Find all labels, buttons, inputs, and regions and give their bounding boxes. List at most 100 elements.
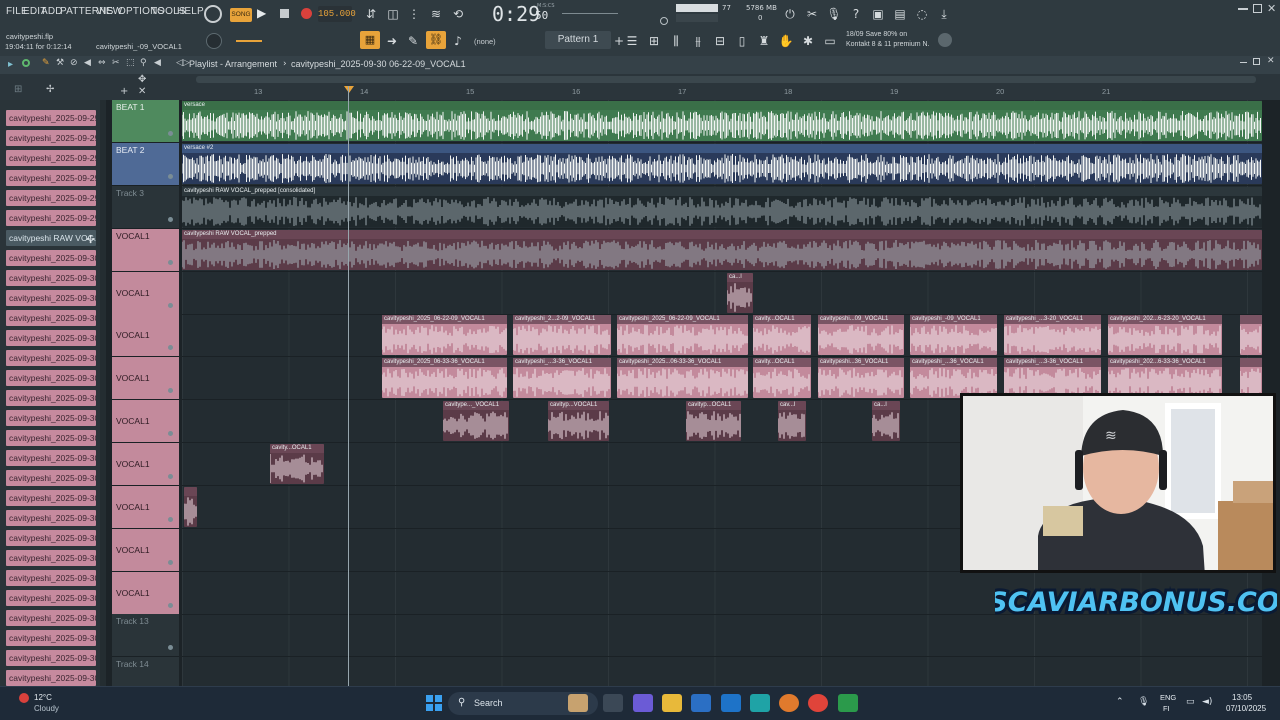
track-header[interactable]: VOCAL1 [112,486,179,529]
horizontal-scrollbar[interactable] [196,76,1256,83]
fl-studio-icon[interactable] [779,694,799,712]
network-icon[interactable]: ▭ [1186,697,1195,707]
stamp-icon[interactable]: ♪ [449,33,467,49]
track-header[interactable]: VOCAL1 [112,529,179,572]
track-header[interactable]: BEAT 1 [112,100,179,143]
add-track-icon[interactable]: + [120,86,128,97]
browser-item[interactable]: cavitypeshi_2025-09-30... [6,510,96,526]
browser-item[interactable]: cavitypeshi_2025-09-30... [6,530,96,546]
track-lane[interactable]: cavitypeshi_2025_06-22-09_VOCAL1 cavitype… [182,314,1262,357]
audio-clip[interactable]: cavitypeshi_2025_06-22-09_VOCAL1 [382,315,507,355]
browser-item[interactable]: cavitypeshi_2025-09-30... [6,290,96,306]
audio-clip[interactable]: versace [182,101,1262,141]
download-icon[interactable]: ⤓ [935,6,953,22]
audio-clip[interactable]: cavitypeshi_202...6-33-36_VOCAL1 [1108,358,1222,398]
audio-clip[interactable]: cavity...OCAL1 [753,358,811,398]
audio-clip[interactable] [1240,358,1262,398]
menu-help[interactable]: HELP [177,6,204,17]
browser-item[interactable]: cavitypeshi_2025-09-29... [6,190,96,206]
playlist-maximize-icon[interactable] [1253,58,1260,65]
browser-item[interactable]: cavitypeshi_2025-09-30... [6,330,96,346]
slice-tool-icon[interactable]: ✂ [112,58,120,68]
tray-microphone-icon[interactable]: 🎙 [1138,697,1149,707]
search-highlight-icon[interactable] [568,694,588,712]
audio-clip[interactable]: cavitypeshi_...3-36_VOCAL1 [513,358,611,398]
paint-tool-icon[interactable]: ✎ [404,33,422,49]
count-in-icon[interactable]: ⟲ [449,6,467,22]
track-lane[interactable]: cavitypeshi RAW VOCAL_prepped [consolida… [182,186,1262,229]
draw-tool-icon[interactable]: ✎ [42,58,50,68]
piano-roll-icon[interactable]: ▦ [360,31,380,49]
blend-notes-icon[interactable]: ≋ [427,6,445,22]
stop-icon[interactable] [280,9,289,18]
delete-tool-icon[interactable]: ⊘ [70,58,78,68]
playlist-minimize-icon[interactable] [1240,62,1247,63]
browser-scrollbar[interactable] [100,100,106,686]
browser-item[interactable]: cavitypeshi_2025-09-30... [6,650,96,666]
track-header[interactable]: VOCAL1 [112,229,179,272]
track-mute-led[interactable] [168,517,173,522]
mute-tool-icon[interactable]: ◀ [84,58,91,68]
remove-track-icon[interactable]: ✕ [138,86,146,97]
track-header[interactable]: VOCAL1 [112,572,179,615]
snap-magnet-icon[interactable] [22,59,30,67]
browser-item[interactable]: cavitypeshi_2025-09-30... [6,310,96,326]
track-lane[interactable]: versace [182,100,1262,143]
master-pitch-slider[interactable] [562,13,618,14]
mixer-faders-icon[interactable]: ⫵ [689,33,707,49]
arrow-tool-icon[interactable]: ➜ [383,33,401,49]
clock-time[interactable]: 13:05 [1232,693,1252,702]
audio-clip[interactable]: cavitypeshi_2025...06-33-36_VOCAL1 [617,358,748,398]
audio-clip[interactable]: cavitypeshi_...36_VOCAL1 [910,358,997,398]
track-mute-led[interactable] [168,388,173,393]
plugin-picker-icon[interactable]: ♜ [755,33,773,49]
track-header[interactable]: VOCAL1 [112,272,179,315]
browser-item[interactable]: cavitypeshi_2025-09-30... [6,610,96,626]
track-mute-led[interactable] [168,217,173,222]
browser-item[interactable]: cavitypeshi_2025-09-30... [6,550,96,566]
audio-settings-icon[interactable]: ▤ [891,6,909,22]
browser-item[interactable]: cavitypeshi_2025-09-30... [6,390,96,406]
weather-condition[interactable]: Cloudy [34,704,59,713]
touch-controller-icon[interactable]: ✋ [777,33,795,49]
language-code[interactable]: ENG [1160,693,1176,702]
play-icon[interactable]: ▶ [257,6,271,22]
pattern-song-icon[interactable]: ⇵ [362,6,380,22]
browser-item[interactable]: cavitypeshi_2025-09-29... [6,170,96,186]
browser-item[interactable]: cavitypeshi_2025-09-30... [6,630,96,646]
audio-clip[interactable]: cavitypeshi_202...6-23-20_VOCAL1 [1108,315,1222,355]
master-volume-slider[interactable] [236,40,262,42]
store-app-icon[interactable] [691,694,711,712]
loop-record-icon[interactable]: ◫ [384,6,402,22]
audio-clip[interactable]: cavitypeshi_2...2-09_VOCAL1 [513,315,611,355]
audio-clip[interactable]: cavityp...OCAL1 [686,401,741,441]
audio-clip[interactable]: cavitypeshi_-09_VOCAL1 [910,315,997,355]
copilot-icon[interactable] [633,694,653,712]
track-header[interactable]: BEAT 2 [112,143,179,186]
maximize-icon[interactable] [1253,4,1262,13]
audio-clip[interactable]: cavitypeshi_2025_06-22-09_VOCAL1 [617,315,748,355]
browser-icon[interactable]: ⊟ [711,33,729,49]
playlist-close-icon[interactable]: ✕ [1267,56,1275,66]
track-mute-led[interactable] [168,131,173,136]
zoom-tool-icon[interactable]: ⚲ [140,58,147,68]
slip-tool-icon[interactable]: ⇔ [98,58,106,68]
app-icon[interactable] [838,694,858,712]
browser-item[interactable]: cavitypeshi_2025-09-30... [6,490,96,506]
volume-icon[interactable]: ◄) [1202,697,1212,707]
song-position-marker[interactable] [344,86,354,93]
track-lane[interactable]: ca...l [182,272,1262,315]
browser-item-expand-icon[interactable]: ✢ [86,233,95,246]
track-mute-led[interactable] [168,431,173,436]
pattern-selector[interactable]: Pattern 1 [545,31,611,49]
close-icon[interactable]: ✕ [1267,2,1276,15]
tray-overflow-icon[interactable]: ⌃ [1116,697,1124,707]
browser-item[interactable]: cavitypeshi_2025-09-30... [6,470,96,486]
plugin-database-icon[interactable]: ▯ [733,33,751,49]
track-header[interactable]: Track 13 [112,614,179,657]
news-icon[interactable] [938,33,952,47]
song-mode-toggle[interactable]: SONG [230,8,252,22]
time-display[interactable]: 0:29 [492,2,540,26]
track-mute-led[interactable] [168,260,173,265]
track-header[interactable]: VOCAL1 [112,314,179,357]
